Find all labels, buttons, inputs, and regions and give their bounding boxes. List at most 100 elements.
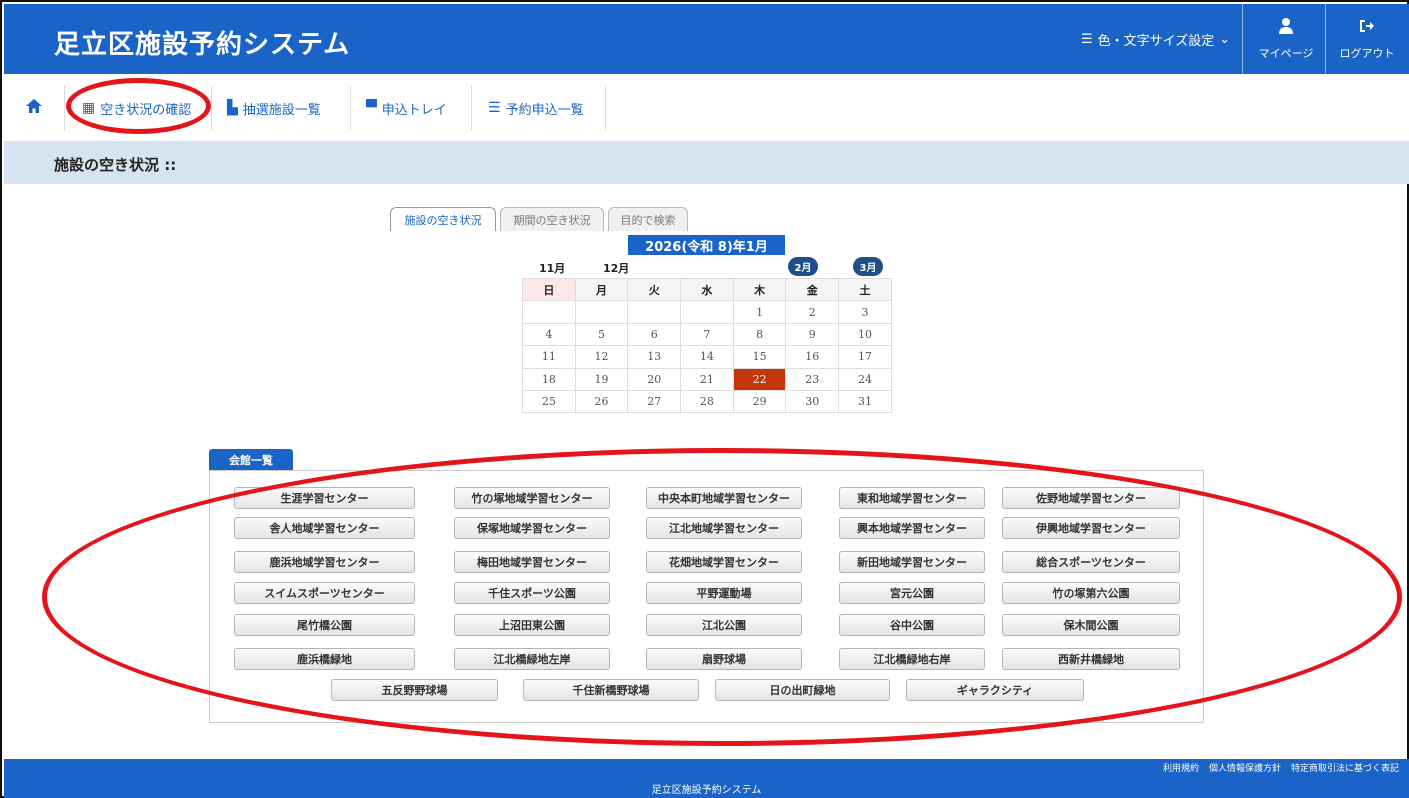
calendar-day[interactable]: 30 [785, 389, 840, 414]
nav-application-tray-label: 申込トレイ [381, 102, 447, 118]
nav-lottery-facilities[interactable]: ▙ 抽選施設一覧 [227, 74, 321, 142]
calendar-day[interactable]: 2 [785, 300, 840, 324]
month-link-march[interactable]: 3月 [853, 257, 883, 276]
facility-button[interactable]: スイムスポーツセンター [234, 582, 415, 604]
facility-button[interactable]: 保塚地域学習センター [454, 517, 610, 539]
nav-lottery-facilities-label: 抽選施設一覧 [242, 102, 321, 118]
facility-button[interactable]: 東和地域学習センター [839, 487, 985, 509]
calendar-day[interactable]: 4 [522, 322, 576, 347]
facility-button[interactable]: 日の出町緑地 [715, 679, 890, 701]
calendar-day[interactable]: 19 [574, 367, 629, 391]
facility-button[interactable]: ギャラクシティ [906, 679, 1084, 701]
facility-button[interactable]: 西新井橋緑地 [1002, 648, 1180, 670]
header-divider [1242, 4, 1243, 74]
tab-search-by-purpose[interactable]: 目的で検索 [608, 207, 688, 231]
footer-link-commerce-law[interactable]: 特定商取引法に基づく表記 [1291, 761, 1399, 774]
calendar-day[interactable]: 29 [732, 389, 787, 414]
calendar-day[interactable]: 26 [574, 389, 629, 414]
footer-copyright: 足立区施設予約システム [651, 785, 762, 796]
facility-button[interactable]: 江北公園 [646, 614, 802, 636]
facility-button[interactable]: 千住スポーツ公園 [454, 582, 610, 604]
calendar-day-selected[interactable]: 22 [732, 367, 787, 391]
facility-button[interactable]: 新田地域学習センター [839, 551, 985, 573]
footer-link-terms[interactable]: 利用規約 [1163, 761, 1199, 774]
mypage-button[interactable]: マイページ [1246, 4, 1326, 74]
calendar-empty-cell [680, 300, 734, 324]
page-frame: 足立区施設予約システム ☰ 色・文字サイズ設定 ⌄ マイページ ログアウト ▦ … [0, 0, 1409, 798]
facility-button[interactable]: 谷中公園 [839, 614, 985, 636]
facility-button[interactable]: 鹿浜橋緑地 [234, 648, 415, 670]
footer-link-privacy[interactable]: 個人情報保護方針 [1209, 761, 1281, 774]
nav-divider [471, 86, 472, 130]
facility-button[interactable]: 竹の塚地域学習センター [454, 487, 610, 509]
facility-button[interactable]: 興本地域学習センター [839, 517, 985, 539]
calendar-day[interactable]: 12 [574, 345, 629, 369]
calendar-day[interactable]: 23 [785, 367, 840, 391]
nav-divider [605, 86, 606, 130]
calendar-day[interactable]: 3 [838, 300, 892, 324]
facility-button[interactable]: 鹿浜地域学習センター [234, 551, 415, 573]
header-divider [1325, 4, 1326, 74]
calendar-icon: ▦ [82, 100, 96, 116]
facility-button[interactable]: 千住新橋野球場 [523, 679, 699, 701]
app-title[interactable]: 足立区施設予約システム [54, 24, 350, 61]
calendar-day[interactable]: 25 [522, 389, 576, 414]
month-link-february[interactable]: 2月 [788, 257, 818, 276]
sliders-icon: ☰ [1081, 32, 1093, 47]
facility-button[interactable]: 江北橋緑地右岸 [839, 648, 985, 670]
calendar-day[interactable]: 28 [680, 389, 734, 414]
facility-button[interactable]: 竹の塚第六公園 [1002, 582, 1180, 604]
calendar-day[interactable]: 9 [785, 322, 840, 347]
facility-button[interactable]: 宮元公園 [839, 582, 985, 604]
facility-button[interactable]: 佐野地域学習センター [1002, 487, 1180, 509]
home-button[interactable] [26, 74, 42, 142]
calendar-day[interactable]: 14 [680, 345, 734, 369]
calendar-day[interactable]: 15 [732, 345, 787, 369]
calendar-day[interactable]: 8 [732, 322, 787, 347]
facility-button[interactable]: 伊興地域学習センター [1002, 517, 1180, 539]
calendar-day[interactable]: 24 [838, 367, 892, 391]
calendar-day[interactable]: 7 [680, 322, 734, 347]
nav-reservation-list[interactable]: ☰ 予約申込一覧 [488, 74, 584, 142]
display-settings-button[interactable]: ☰ 色・文字サイズ設定 ⌄ [1081, 30, 1230, 49]
calendar-week: 25 26 27 28 29 30 31 [522, 389, 892, 414]
calendar-day[interactable]: 1 [732, 300, 787, 324]
month-link-december[interactable]: 12月 [603, 260, 629, 276]
page-footer: 利用規約 個人情報保護方針 特定商取引法に基づく表記 足立区施設予約システム [4, 759, 1409, 798]
mypage-label: マイページ [1258, 46, 1314, 60]
calendar-day[interactable]: 10 [838, 322, 892, 347]
calendar-day[interactable]: 16 [785, 345, 840, 369]
calendar-day[interactable]: 27 [627, 389, 682, 414]
facility-button[interactable]: 中央本町地域学習センター [646, 487, 802, 509]
list-icon: ☰ [488, 100, 501, 116]
facility-button[interactable]: 扇野球場 [646, 648, 802, 670]
facility-button[interactable]: 五反野野球場 [331, 679, 498, 701]
nav-application-tray[interactable]: ▀ 申込トレイ [366, 74, 447, 142]
logout-button[interactable]: ログアウト [1327, 4, 1407, 74]
facility-button[interactable]: 花畑地域学習センター [646, 551, 802, 573]
calendar-week: 11 12 13 14 15 16 17 [522, 345, 892, 369]
tab-facility-availability[interactable]: 施設の空き状況 [390, 207, 496, 231]
facility-button[interactable]: 上沼田東公園 [454, 614, 610, 636]
calendar-day[interactable]: 18 [522, 367, 576, 391]
tab-period-availability[interactable]: 期間の空き状況 [500, 207, 604, 231]
calendar-day[interactable]: 17 [838, 345, 892, 369]
facility-button[interactable]: 舎人地域学習センター [234, 517, 415, 539]
facility-button[interactable]: 生涯学習センター [234, 487, 415, 509]
facility-button[interactable]: 保木間公園 [1002, 614, 1180, 636]
facility-button[interactable]: 梅田地域学習センター [454, 551, 610, 573]
calendar-day[interactable]: 20 [627, 367, 682, 391]
nav-availability[interactable]: ▦ 空き状況の確認 [82, 74, 191, 142]
calendar-day[interactable]: 13 [627, 345, 682, 369]
facility-button[interactable]: 江北橋緑地左岸 [454, 648, 610, 670]
calendar-day[interactable]: 21 [680, 367, 734, 391]
facility-button[interactable]: 平野運動場 [646, 582, 802, 604]
calendar-day[interactable]: 6 [627, 322, 682, 347]
facility-button[interactable]: 尾竹橋公園 [234, 614, 415, 636]
month-link-november[interactable]: 11月 [539, 260, 565, 276]
calendar-day[interactable]: 5 [574, 322, 629, 347]
calendar-day[interactable]: 31 [838, 389, 892, 414]
calendar-day[interactable]: 11 [522, 345, 576, 369]
facility-button[interactable]: 江北地域学習センター [646, 517, 802, 539]
facility-button[interactable]: 総合スポーツセンター [1002, 551, 1180, 573]
